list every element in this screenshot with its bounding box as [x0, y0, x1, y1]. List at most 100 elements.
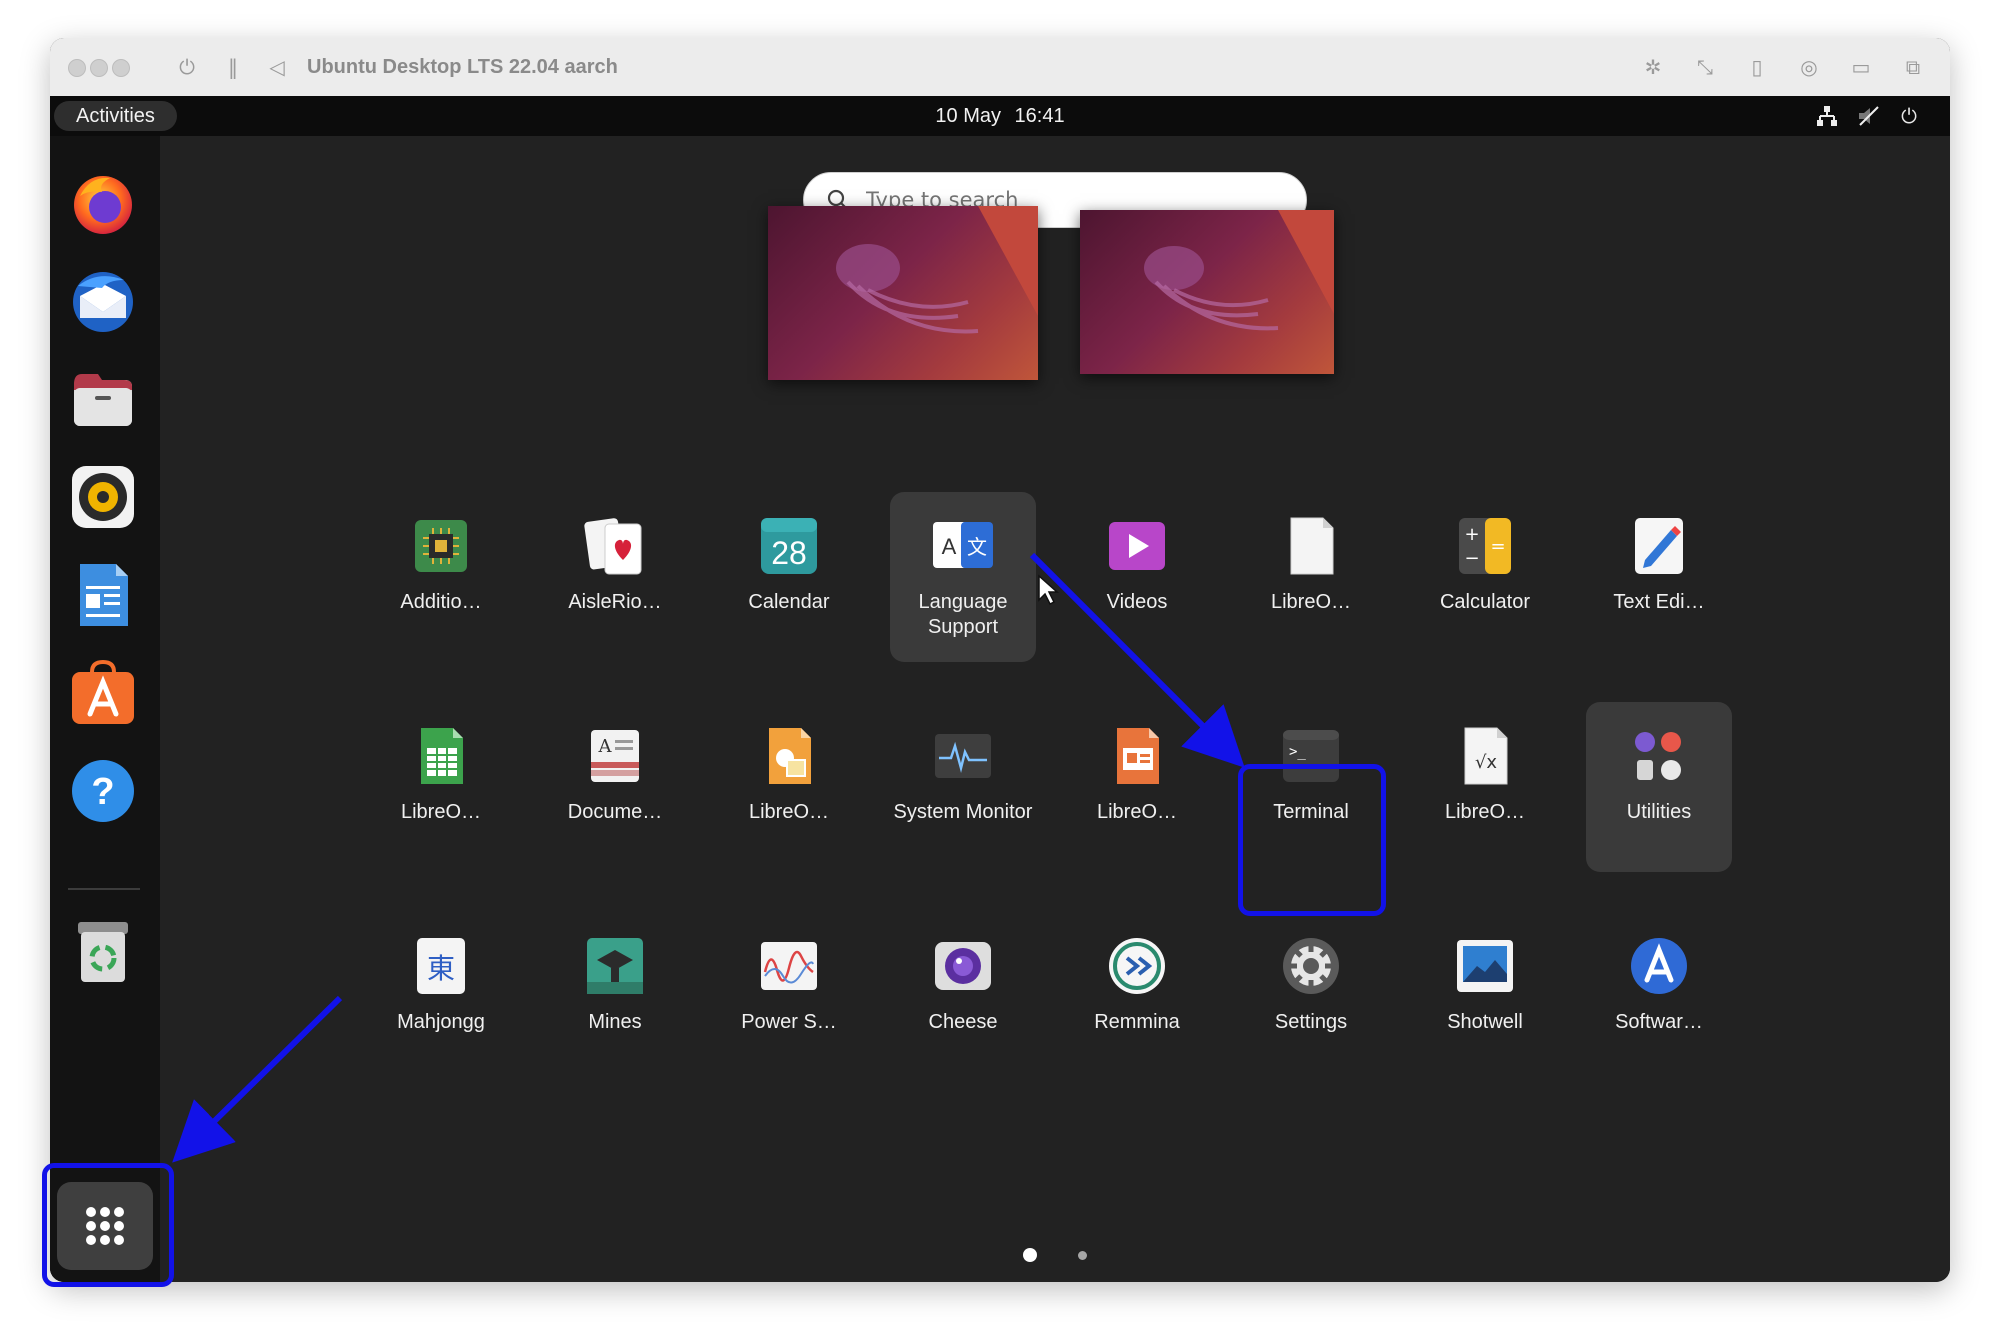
app-label: LibreO…	[1444, 801, 1526, 823]
app-document[interactable]: LibreO…	[1238, 492, 1384, 662]
svg-text:−: −	[1464, 548, 1479, 569]
workspace-thumbnail-1[interactable]	[768, 206, 1038, 380]
writer-icon[interactable]	[68, 560, 138, 630]
app-impress[interactable]: LibreO…	[1064, 702, 1210, 872]
utilities-folder-icon	[1627, 724, 1691, 788]
app-calculator[interactable]: + − = Calculator	[1412, 492, 1558, 662]
app-cards[interactable]: AisleRio…	[542, 492, 688, 662]
app-utilities-folder[interactable]: Utilities	[1586, 702, 1732, 872]
brightness-icon[interactable]: ✲	[1640, 54, 1666, 80]
language-icon: A文	[931, 514, 995, 578]
app-calc-sheet[interactable]: LibreO…	[368, 702, 514, 872]
clock-date[interactable]: 10 May	[935, 105, 1001, 127]
pause-icon[interactable]: ‖	[220, 54, 246, 80]
text-editor-icon	[1627, 514, 1691, 578]
activities-button[interactable]: Activities	[54, 101, 177, 131]
window-icon[interactable]: ⧉	[1900, 54, 1926, 80]
minimize-window-button[interactable]	[90, 59, 108, 77]
app-label: Additio…	[400, 591, 482, 613]
rhythmbox-icon[interactable]	[68, 462, 138, 532]
clock-time[interactable]: 16:41	[1015, 105, 1065, 127]
app-system-monitor[interactable]: System Monitor	[890, 702, 1036, 872]
app-label: Shotwell	[1447, 1011, 1523, 1033]
close-window-button[interactable]	[68, 59, 86, 77]
mines-icon	[583, 934, 647, 998]
resize-icon[interactable]: ⤡	[1692, 54, 1718, 80]
app-draw[interactable]: LibreO…	[716, 702, 862, 872]
app-label: Mines	[588, 1011, 642, 1033]
zoom-window-button[interactable]	[112, 59, 130, 77]
back-icon[interactable]: ◁	[264, 54, 290, 80]
volume-muted-icon[interactable]	[1856, 103, 1882, 129]
window-title: Ubuntu Desktop LTS 22.04 aarch	[307, 56, 618, 78]
power-icon[interactable]: ⏻	[1896, 103, 1922, 129]
svg-text:28: 28	[771, 535, 807, 571]
app-chip[interactable]: Additio…	[368, 492, 514, 662]
thunderbird-icon[interactable]	[68, 266, 138, 336]
app-remmina[interactable]: Remmina	[1064, 912, 1210, 1082]
svg-text:+: +	[1464, 524, 1479, 545]
app-label: LibreO…	[1270, 591, 1352, 613]
firefox-icon[interactable]	[68, 168, 138, 238]
chip-icon	[409, 514, 473, 578]
mahjongg-icon: 東	[409, 934, 473, 998]
app-label: Remmina	[1094, 1011, 1180, 1033]
math-icon: √x	[1453, 724, 1517, 788]
power-icon[interactable]: ⏻	[174, 54, 200, 80]
app-document-viewer[interactable]: A Docume…	[542, 702, 688, 872]
app-label: Power S…	[741, 1011, 837, 1033]
cards-icon	[583, 514, 647, 578]
draw-icon	[757, 724, 821, 788]
settings-icon	[1279, 934, 1343, 998]
page-dot-1[interactable]	[1023, 1248, 1037, 1262]
app-calendar[interactable]: 28 Calendar	[716, 492, 862, 662]
app-text-editor[interactable]: Text Edi…	[1586, 492, 1732, 662]
app-label: LibreO…	[748, 801, 830, 823]
app-power-stats[interactable]: Power S…	[716, 912, 862, 1082]
folder-icon[interactable]: ▭	[1848, 54, 1874, 80]
app-settings[interactable]: Settings	[1238, 912, 1384, 1082]
app-videos[interactable]: Videos	[1064, 492, 1210, 662]
app-cheese[interactable]: Cheese	[890, 912, 1036, 1082]
clock: 10 May 16:41	[50, 96, 1950, 136]
app-label: Cheese	[928, 1011, 998, 1033]
dock-separator	[68, 888, 140, 890]
document-viewer-icon: A	[583, 724, 647, 788]
usb-icon[interactable]: ▯	[1744, 54, 1770, 80]
app-label: Mahjongg	[397, 1011, 485, 1033]
page-dot-2[interactable]	[1078, 1251, 1087, 1260]
app-software[interactable]: Softwar…	[1586, 912, 1732, 1082]
gnome-top-bar: Activities 10 May 16:41 ⏻	[50, 96, 1950, 136]
app-center-icon[interactable]	[68, 658, 138, 728]
files-icon[interactable]	[68, 364, 138, 434]
app-mahjongg[interactable]: 東 Mahjongg	[368, 912, 514, 1082]
app-shotwell[interactable]: Shotwell	[1412, 912, 1558, 1082]
app-label: Videos	[1106, 591, 1168, 613]
power-stats-icon	[757, 934, 821, 998]
app-mines[interactable]: Mines	[542, 912, 688, 1082]
svg-text:>_: >_	[1289, 744, 1306, 760]
app-label: Utilities	[1626, 801, 1692, 823]
trash-icon[interactable]	[68, 916, 138, 986]
network-icon[interactable]	[1814, 103, 1840, 129]
calc-sheet-icon	[409, 724, 473, 788]
workspace-thumbnail-2[interactable]	[1080, 210, 1334, 374]
app-label: Calendar	[748, 591, 830, 613]
svg-text:東: 東	[427, 952, 455, 985]
app-label: Text Edi…	[1613, 591, 1705, 613]
videos-icon	[1105, 514, 1169, 578]
svg-text:=: =	[1490, 536, 1505, 557]
app-label: Calculator	[1439, 591, 1531, 613]
help-icon[interactable]: ?	[68, 756, 138, 826]
app-label: AisleRio…	[568, 591, 662, 613]
app-language[interactable]: A 文 Language Support	[890, 492, 1036, 662]
app-label: LibreO…	[1096, 801, 1178, 823]
camera-icon[interactable]: ◎	[1796, 54, 1822, 80]
app-math[interactable]: √x LibreO…	[1412, 702, 1558, 872]
shotwell-icon	[1453, 934, 1517, 998]
calculator-icon: + − =	[1453, 514, 1517, 578]
dock: ?	[50, 136, 160, 1282]
svg-text:A: A	[942, 534, 957, 559]
svg-text:?: ?	[91, 771, 114, 813]
window-titlebar: ⏻ ‖ ◁ Ubuntu Desktop LTS 22.04 aarch ✲ ⤡…	[50, 38, 1950, 97]
